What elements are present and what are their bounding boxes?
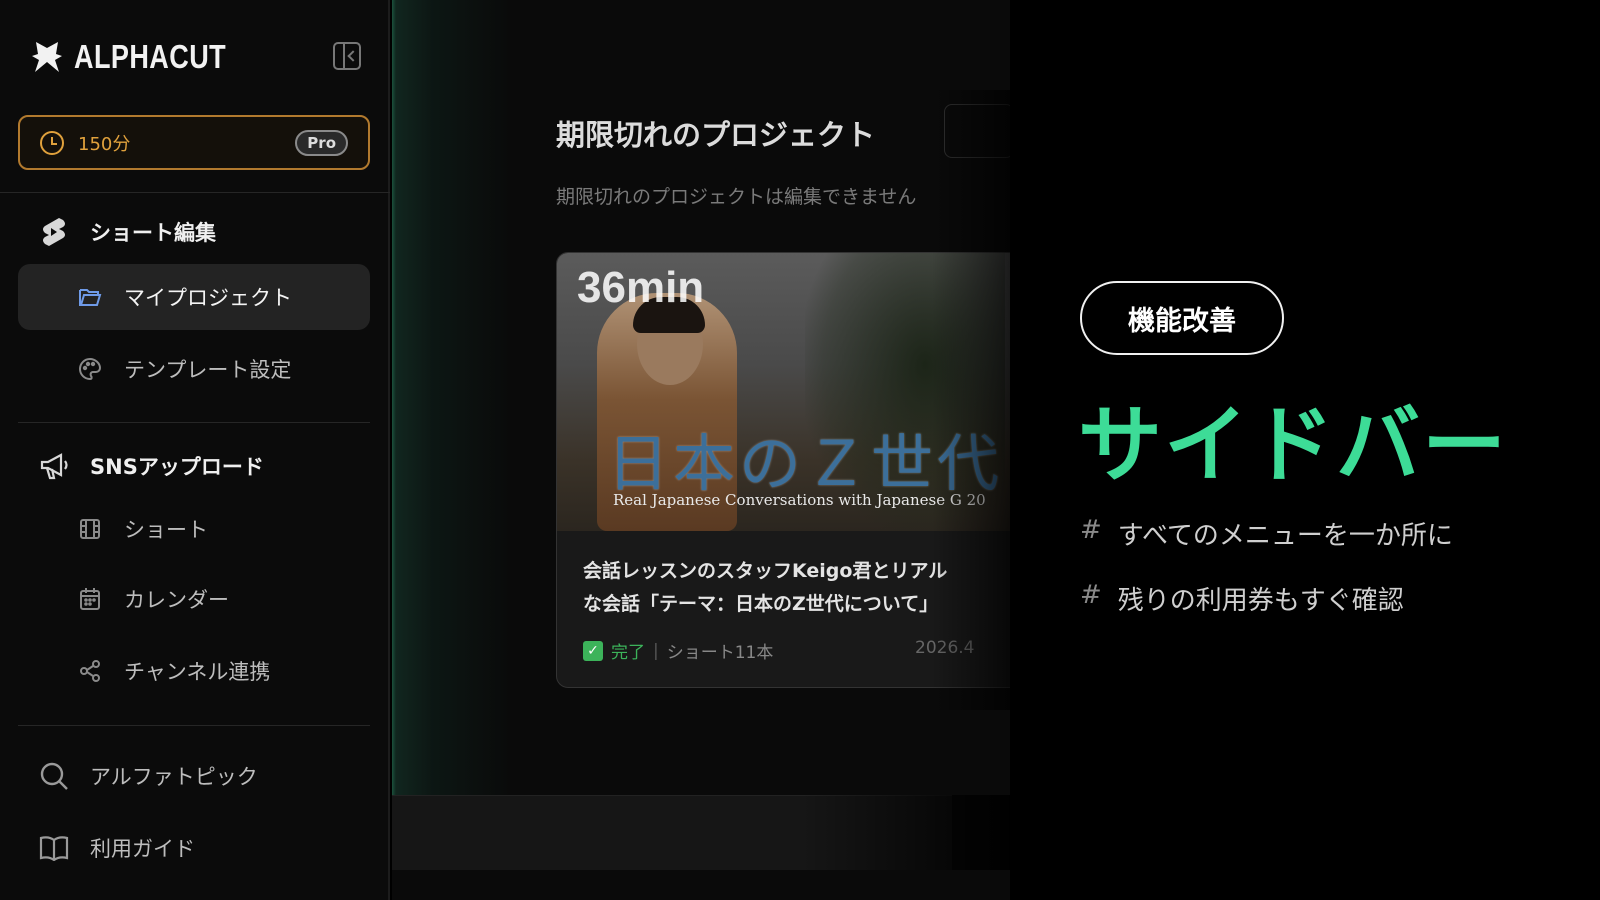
section-short-edit-label: ショート編集 [90, 221, 216, 245]
promo-point-text: すべてのメニューを一か所に [1117, 521, 1453, 551]
project-status: 完了 [611, 643, 645, 663]
project-meta: ✓ 完了 | ショート11本 [583, 638, 773, 663]
calendar-icon [78, 587, 102, 611]
promo-headline: サイドバー [1078, 396, 1509, 494]
hash-mark: # [1080, 515, 1102, 545]
promo-point: # すべてのメニューを一か所に [1080, 515, 1453, 552]
credits-balance[interactable]: 150分 Pro [18, 115, 370, 170]
section-sns-upload: SNSアップロード [38, 450, 264, 482]
folder-icon [78, 285, 102, 309]
sidebar-item-user-guide[interactable]: 利用ガイド [38, 832, 195, 864]
feature-badge: 機能改善 [1080, 281, 1284, 355]
section-sns-upload-label: SNSアップロード [90, 455, 264, 479]
promo-point-text: 残りの利用券もすぐ確認 [1117, 586, 1404, 616]
sidebar-collapse-icon[interactable] [333, 42, 361, 70]
meta-separator: | [653, 640, 659, 661]
shorts-logo-icon [38, 216, 70, 248]
thumbnail-duration: 36min [577, 263, 705, 312]
divider [0, 192, 390, 193]
sidebar-item-shorts[interactable]: ショート [18, 496, 370, 562]
sidebar-item-my-projects[interactable]: マイプロジェクト [18, 264, 370, 330]
divider [18, 725, 370, 726]
sidebar: ALPHACUT 150分 Pro ショート編集 マイプロジェクト テンプレート… [0, 0, 390, 900]
book-icon [38, 832, 70, 864]
credits-minutes: 150分 [78, 133, 131, 155]
share-icon [78, 659, 102, 683]
butterfly-logo-icon [32, 42, 62, 72]
sidebar-item-channel-link[interactable]: チャンネル連携 [18, 638, 370, 704]
sidebar-item-label: カレンダー [124, 588, 229, 612]
promo-point: # 残りの利用券もすぐ確認 [1080, 580, 1404, 617]
sidebar-edge-glow [392, 0, 512, 870]
thumbnail-en-subtitle: Real Japanese Conversations with Japanes… [613, 491, 986, 509]
clock-icon [40, 130, 64, 155]
shorts-count: ショート11本 [666, 643, 774, 663]
plan-badge: Pro [295, 129, 348, 156]
check-icon: ✓ [583, 640, 603, 661]
film-icon [78, 517, 102, 541]
page-subtitle: 期限切れのプロジェクトは編集できません [556, 186, 917, 208]
divider [18, 422, 370, 423]
bottom-fade-overlay [800, 795, 1020, 870]
search-icon [38, 760, 70, 792]
sidebar-item-label: チャンネル連携 [124, 660, 271, 684]
sidebar-item-label: ショート [124, 518, 208, 542]
section-short-edit: ショート編集 [38, 216, 216, 248]
sidebar-item-label: 利用ガイド [90, 837, 195, 861]
sidebar-item-template-settings[interactable]: テンプレート設定 [18, 336, 370, 402]
brand-logo[interactable]: ALPHACUT [30, 38, 259, 76]
brand-name: ALPHACUT [74, 38, 227, 75]
page-title: 期限切れのプロジェクト [556, 118, 876, 152]
sidebar-item-label: アルファトピック [90, 765, 258, 789]
sidebar-item-label: マイプロジェクト [124, 286, 292, 310]
palette-icon [78, 357, 102, 381]
sidebar-item-alpha-topic[interactable]: アルファトピック [38, 760, 258, 792]
hash-mark: # [1080, 580, 1102, 610]
megaphone-icon [38, 450, 70, 482]
sidebar-item-calendar[interactable]: カレンダー [18, 566, 370, 632]
sidebar-item-label: テンプレート設定 [124, 358, 292, 382]
